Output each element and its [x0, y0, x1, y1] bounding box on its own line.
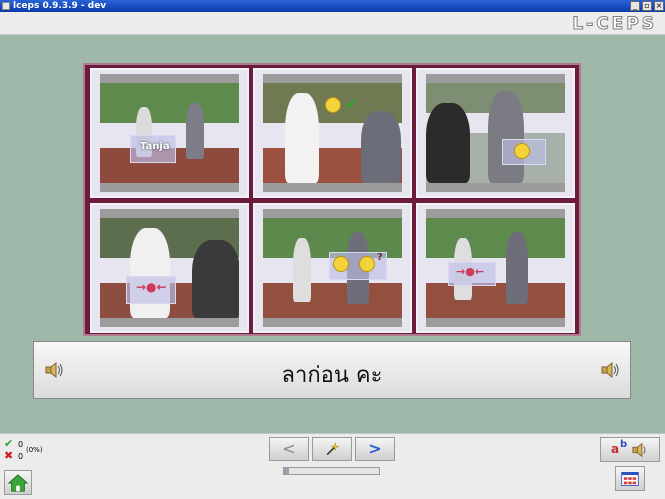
grid-icon	[621, 472, 639, 486]
image-tile-6[interactable]: →●←	[416, 203, 575, 333]
tile-bottom-bar	[263, 318, 402, 327]
image-tile-4[interactable]: →●←	[90, 203, 249, 333]
hint-wand-button[interactable]	[312, 437, 352, 461]
tile-top-bar	[100, 209, 239, 218]
next-button[interactable]: >	[355, 437, 395, 461]
image-grid: Tanja ✔ →●← ? →●←	[83, 63, 581, 336]
arrows-icon: →●←	[456, 265, 485, 278]
correct-percent: (0%)	[26, 446, 43, 454]
home-icon	[7, 474, 29, 492]
tile-top-bar	[426, 74, 565, 83]
smiley-happy-icon	[333, 256, 349, 272]
tile-top-bar	[100, 74, 239, 83]
progress-fill	[284, 468, 289, 474]
tile-top-bar	[263, 209, 402, 218]
tile-top-bar	[426, 209, 565, 218]
window-title: lceps 0.9.3.9 - dev	[13, 1, 107, 11]
maximize-button[interactable]: ▫	[642, 1, 652, 11]
minimize-button[interactable]: _	[630, 1, 640, 11]
header-bar: L-CEPS	[0, 12, 665, 35]
wrong-cross-icon: ✖	[4, 449, 14, 462]
sentence-text: ลาก่อน คะ	[281, 363, 383, 388]
smiley-icon	[325, 97, 341, 113]
image-tile-2[interactable]: ✔	[253, 68, 412, 198]
alphabet-b-icon: b	[620, 439, 628, 450]
smiley-confused-icon	[359, 256, 375, 272]
tile-photo: →●←	[426, 218, 565, 318]
tile-top-bar	[263, 74, 402, 83]
tile-photo: ?	[263, 218, 402, 318]
tile-bottom-bar	[100, 183, 239, 192]
tile-photo: →●←	[100, 218, 239, 318]
window-titlebar: lceps 0.9.3.9 - dev _ ▫ ×	[0, 0, 665, 12]
app-logo: L-CEPS	[572, 14, 657, 35]
image-tile-1[interactable]: Tanja	[90, 68, 249, 198]
speaker-icon	[632, 442, 646, 458]
correct-count: 0	[18, 440, 24, 449]
tile-bottom-bar	[100, 318, 239, 327]
image-tile-3[interactable]	[416, 68, 575, 198]
checkmark-icon: ✔	[345, 95, 358, 113]
app-icon	[2, 2, 10, 10]
image-tile-5[interactable]: ?	[253, 203, 412, 333]
home-button[interactable]	[4, 470, 32, 495]
alphabet-a-icon: a	[611, 442, 620, 456]
sentence-panel: ลาก่อน คะ	[33, 341, 631, 399]
tile-photo: Tanja	[100, 83, 239, 183]
tile-bottom-bar	[263, 183, 402, 192]
question-mark-icon: ?	[377, 252, 383, 263]
smiley-icon	[514, 143, 530, 159]
audio-alphabet-button[interactable]: a b	[600, 437, 660, 462]
speaker-right-icon[interactable]	[600, 360, 622, 380]
magic-wand-icon	[326, 442, 340, 456]
progress-bar	[283, 467, 380, 475]
previous-button[interactable]: <	[269, 437, 309, 461]
tile-photo: ✔	[263, 83, 402, 183]
name-label-tanja: Tanja	[140, 141, 170, 152]
tile-bottom-bar	[426, 183, 565, 192]
grid-view-button[interactable]	[615, 466, 645, 491]
tile-bottom-bar	[426, 318, 565, 327]
close-button[interactable]: ×	[654, 1, 664, 11]
tile-photo	[426, 83, 565, 183]
arrows-icon: →●←	[136, 280, 167, 294]
wrong-count: 0	[18, 452, 24, 461]
